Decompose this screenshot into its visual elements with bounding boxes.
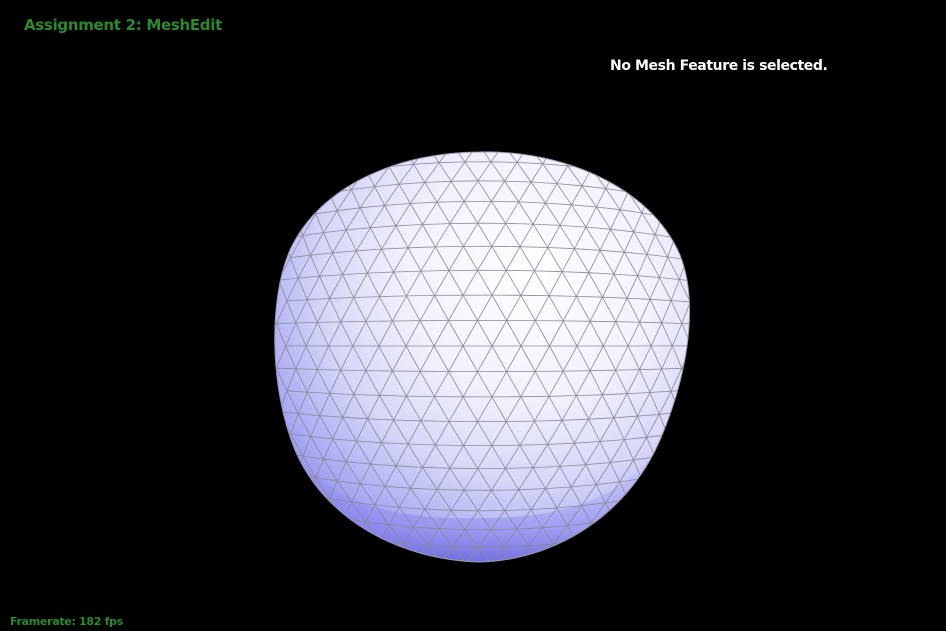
render-viewport[interactable]: Assignment 2: MeshEdit No Mesh Feature i… [0, 0, 946, 631]
framerate-value: 182 [79, 615, 102, 628]
mesh-view[interactable] [0, 0, 946, 631]
app-title: Assignment 2: MeshEdit [24, 16, 222, 34]
mesh-body[interactable] [274, 144, 748, 563]
framerate-unit: fps [104, 615, 124, 628]
framerate-label: Framerate: [10, 615, 76, 628]
framerate-readout: Framerate: 182 fps [10, 615, 123, 628]
selection-status-text: No Mesh Feature is selected. [610, 58, 828, 74]
